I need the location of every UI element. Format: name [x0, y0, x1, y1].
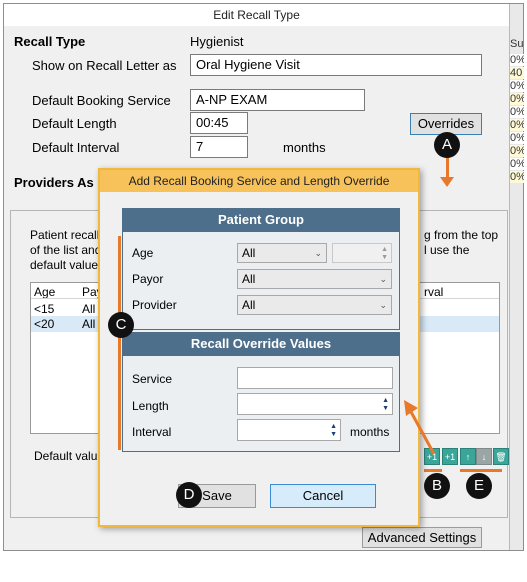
provider-label: Provider [132, 298, 177, 312]
cancel-button[interactable]: Cancel [270, 484, 376, 508]
marker-c: C [108, 312, 134, 338]
toolbar-highlight-b [424, 469, 442, 472]
delete-override-button[interactable]: 🗑 [493, 448, 509, 465]
marker-e: E [466, 473, 492, 499]
providers-heading: Providers As [14, 175, 94, 190]
default-booking-service-label: Default Booking Service [32, 93, 171, 108]
length-label: Length [132, 399, 169, 413]
spin-down-icon[interactable]: ▼ [330, 431, 337, 438]
override-values-heading: Recall Override Values [122, 332, 400, 356]
age-label: Age [132, 246, 154, 260]
dialog-title: Add Recall Booking Service and Length Ov… [100, 170, 418, 192]
side-cell: Su [510, 38, 524, 50]
info-text-left: Patient recall of the list and default v… [30, 228, 104, 273]
show-on-letter-field[interactable]: Oral Hygiene Visit [190, 54, 482, 76]
window-title: Edit Recall Type [4, 4, 509, 26]
row-age[interactable]: <20 [34, 317, 54, 331]
side-cell: 0% [510, 145, 524, 157]
service-field[interactable] [237, 367, 393, 389]
marker-d: D [176, 482, 202, 508]
move-up-button[interactable]: ↑ [460, 448, 476, 465]
advanced-settings-button[interactable]: Advanced Settings [362, 527, 482, 548]
default-interval-label: Default Interval [32, 140, 120, 155]
spin-up-icon[interactable]: ▲ [382, 397, 389, 404]
info-text-line: Patient recall [30, 228, 100, 242]
side-cell: 40 [510, 67, 524, 79]
provider-select[interactable]: All ⌄ [237, 295, 392, 315]
service-label: Service [132, 372, 173, 386]
grid-header-age[interactable]: Age [34, 285, 55, 299]
info-text-right: g from the top l use the [424, 228, 498, 258]
payor-select-value: All [242, 272, 256, 286]
spin-up-icon[interactable]: ▲ [330, 423, 337, 430]
default-interval-field[interactable]: 7 [190, 136, 248, 158]
default-booking-service-field[interactable]: A-NP EXAM [190, 89, 365, 111]
interval-label: Interval [132, 425, 172, 439]
side-cell: 0% [510, 93, 524, 105]
spin-down-icon[interactable]: ▼ [382, 405, 389, 412]
fields-highlight-bar [118, 236, 121, 450]
side-cell: 0% [510, 132, 524, 144]
side-cell: 0% [510, 158, 524, 170]
row-age[interactable]: <15 [34, 302, 54, 316]
payor-select[interactable]: All ⌄ [237, 269, 392, 289]
info-text-line: g from the top [424, 228, 499, 242]
side-list: Su 0% 40 0% 0% 0% 0% 0% 0% 0% 0% [509, 4, 524, 550]
info-text-line: default values [30, 258, 105, 272]
chevron-down-icon: ⌄ [379, 274, 387, 284]
move-down-button[interactable]: ↓ [476, 448, 492, 465]
copy-override-button[interactable]: +1 [442, 448, 458, 465]
interval-field[interactable]: ▲ ▼ [237, 419, 341, 441]
show-on-letter-label: Show on Recall Letter as [32, 58, 177, 73]
info-text-line: l use the [424, 243, 470, 257]
toolbar-highlight-e [460, 469, 502, 472]
spin-up-icon: ▲ [381, 246, 388, 253]
row-payor[interactable]: All [82, 302, 95, 316]
row-payor[interactable]: All [82, 317, 95, 331]
arrow-down-icon [440, 177, 454, 187]
payor-label: Payor [132, 272, 164, 286]
default-length-field[interactable]: 00:45 [190, 112, 248, 134]
side-cell: 0% [510, 54, 524, 66]
age-select-value: All [242, 246, 256, 260]
side-cell: 0% [510, 106, 524, 118]
chevron-down-icon: ⌄ [314, 248, 322, 258]
default-values-label: Default valu [34, 449, 98, 463]
info-text-line: of the list and [30, 243, 102, 257]
side-cell: 0% [510, 171, 524, 183]
age-value-spinner[interactable]: ▲ ▼ [332, 243, 392, 263]
marker-a: A [434, 132, 460, 158]
default-length-label: Default Length [32, 116, 117, 131]
patient-group-heading: Patient Group [122, 208, 400, 232]
side-cell: 0% [510, 80, 524, 92]
spin-down-icon: ▼ [381, 254, 388, 261]
chevron-down-icon: ⌄ [379, 300, 387, 310]
default-interval-unit: months [283, 140, 326, 155]
add-override-dialog: Add Recall Booking Service and Length Ov… [98, 168, 420, 527]
recall-type-value: Hygienist [190, 34, 244, 49]
grid-header-interval[interactable]: rval [424, 285, 443, 299]
interval-unit: months [350, 425, 390, 439]
provider-select-value: All [242, 298, 256, 312]
recall-type-label: Recall Type [14, 34, 86, 49]
marker-b: B [424, 473, 450, 499]
arrow-to-dialog-icon [404, 400, 436, 455]
length-field[interactable]: ▲ ▼ [237, 393, 393, 415]
side-cell: 0% [510, 119, 524, 131]
age-select[interactable]: All ⌄ [237, 243, 327, 263]
